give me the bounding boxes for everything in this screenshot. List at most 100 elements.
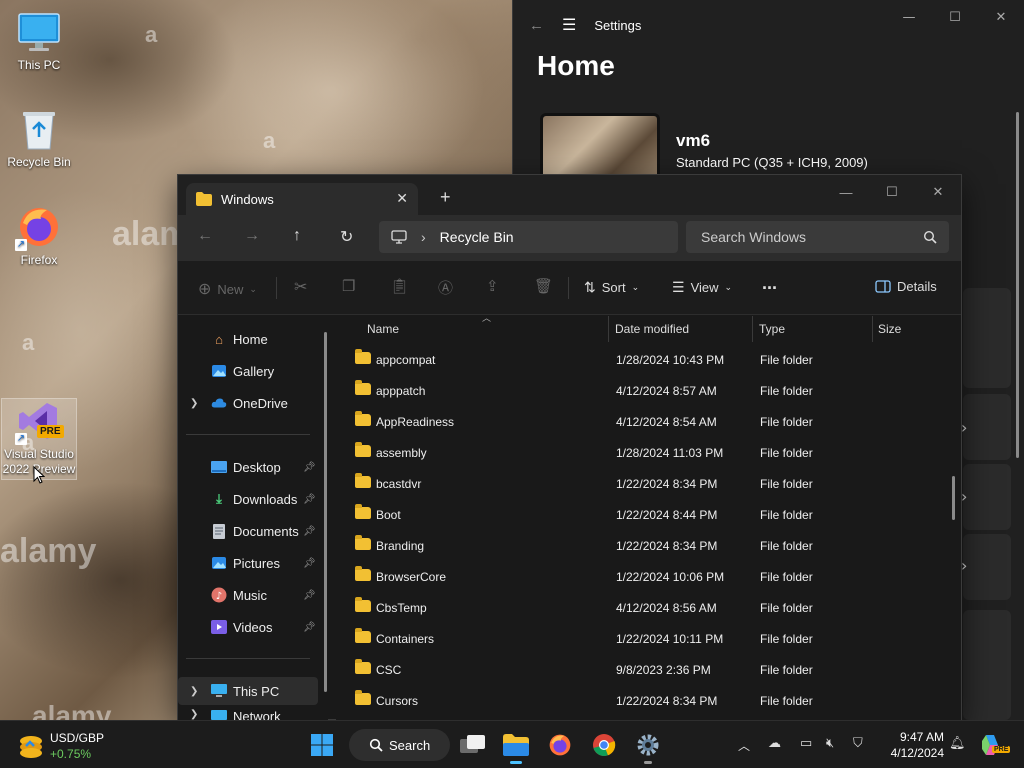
close-tab-icon[interactable]: ✕	[396, 190, 408, 207]
settings-card[interactable]	[963, 394, 1011, 460]
nav-item-music[interactable]: ♪ Music 📌︎	[178, 581, 318, 609]
nav-item-downloads[interactable]: ⤓ Downloads 📌︎	[178, 485, 318, 513]
task-view-button[interactable]	[457, 730, 489, 760]
search-input[interactable]: Search Windows	[686, 221, 949, 253]
copy-icon[interactable]: ❐	[342, 277, 355, 295]
column-divider[interactable]	[608, 316, 609, 342]
breadcrumb[interactable]: Recycle Bin	[440, 229, 514, 245]
table-row[interactable]: assembly 1/28/2024 11:03 PM File folder	[336, 438, 946, 469]
pin-icon[interactable]: 📌︎	[303, 590, 316, 601]
chevron-right-icon[interactable]: ❯	[190, 398, 198, 409]
settings-card[interactable]	[963, 288, 1011, 388]
settings-card[interactable]	[963, 610, 1011, 720]
nav-item-gallery[interactable]: Gallery	[178, 357, 318, 385]
start-button[interactable]	[306, 730, 338, 760]
table-row[interactable]: bcastdvr 1/22/2024 8:34 PM File folder	[336, 469, 946, 500]
new-tab-icon[interactable]: +	[440, 187, 451, 208]
table-row[interactable]: Boot 1/22/2024 8:44 PM File folder	[336, 500, 946, 531]
folder-icon	[355, 535, 371, 550]
table-row[interactable]: CbsTemp 4/12/2024 8:56 AM File folder	[336, 593, 946, 624]
nav-scrollbar[interactable]	[324, 332, 327, 692]
maximize-button[interactable]: ☐	[869, 175, 915, 209]
details-button[interactable]: Details	[875, 279, 937, 294]
more-options-icon[interactable]: ...	[762, 273, 777, 294]
nav-item-this-pc[interactable]: ❯ This PC	[178, 677, 318, 705]
back-arrow-icon[interactable]: ←	[529, 17, 544, 34]
pin-icon[interactable]: 📌︎	[303, 622, 316, 633]
view-button[interactable]: ☰ View ⌄	[672, 279, 732, 296]
file-list-scrollbar[interactable]	[952, 476, 955, 520]
maximize-button[interactable]: ☐	[932, 0, 978, 34]
taskbar-chrome[interactable]	[588, 730, 620, 760]
pin-icon[interactable]: 📌︎	[303, 494, 316, 505]
settings-card[interactable]	[963, 534, 1011, 600]
share-icon[interactable]: ⇪	[486, 277, 499, 295]
file-type: File folder	[760, 539, 813, 553]
nav-item-onedrive[interactable]: ❯ OneDrive	[178, 389, 318, 417]
table-row[interactable]: apppatch 4/12/2024 8:57 AM File folder	[336, 376, 946, 407]
address-bar[interactable]: › Recycle Bin	[379, 221, 678, 253]
column-header-name[interactable]: Name	[367, 316, 399, 342]
back-arrow-icon[interactable]: ←	[197, 227, 213, 245]
rename-icon[interactable]: Ⓐ	[438, 277, 453, 298]
security-shield-icon[interactable]: ⛉	[853, 735, 863, 751]
copilot-button[interactable]: PRE	[980, 733, 1011, 757]
file-explorer-icon	[503, 734, 529, 756]
minimize-button[interactable]: —	[823, 175, 869, 209]
table-row[interactable]: Cursors 1/22/2024 8:34 PM File folder	[336, 686, 946, 717]
minimize-button[interactable]: —	[886, 0, 932, 34]
hamburger-menu-icon[interactable]: ☰	[562, 15, 576, 35]
sort-button[interactable]: ⇅ Sort ⌄	[584, 279, 639, 296]
pin-icon[interactable]: 📌︎	[303, 558, 316, 569]
delete-icon[interactable]: 🗑︎	[534, 277, 553, 295]
cut-icon[interactable]: ✂	[294, 277, 307, 297]
pin-icon[interactable]: 📌︎	[303, 526, 316, 537]
desktop-icon-label: Firefox	[20, 253, 58, 267]
settings-card[interactable]	[963, 464, 1011, 530]
column-divider[interactable]	[752, 316, 753, 342]
nav-item-home[interactable]: ⌂ Home	[178, 325, 318, 353]
desktop-icon-this-pc[interactable]: This PC	[1, 10, 77, 72]
close-button[interactable]: ✕	[915, 175, 961, 209]
nav-item-pictures[interactable]: Pictures 📌︎	[178, 549, 318, 577]
new-button[interactable]: ⊕ New ⌄	[198, 279, 257, 299]
clock[interactable]: 9:47 AM 4/12/2024	[882, 729, 944, 761]
tab-windows[interactable]: Windows ✕	[186, 183, 418, 215]
paste-icon[interactable]: 📋︎	[390, 277, 409, 295]
device-icon[interactable]: ▭	[800, 735, 812, 751]
column-header-date[interactable]: Date modified	[615, 316, 689, 342]
settings-scrollbar[interactable]	[1016, 112, 1019, 458]
taskbar-firefox[interactable]	[544, 730, 576, 760]
folder-icon	[355, 597, 371, 612]
nav-item-network[interactable]: ❯ Network	[178, 707, 318, 720]
up-arrow-icon[interactable]: ↑	[293, 227, 301, 245]
column-header-size[interactable]: Size	[878, 316, 901, 342]
taskbar-settings[interactable]	[632, 730, 664, 764]
table-row[interactable]: appcompat 1/28/2024 10:43 PM File folder	[336, 345, 946, 376]
desktop-icon-recycle-bin[interactable]: Recycle Bin	[1, 107, 77, 169]
taskbar-search-button[interactable]: Search	[349, 729, 450, 761]
nav-item-desktop[interactable]: Desktop 📌︎	[178, 453, 318, 481]
chevron-right-icon[interactable]: ❯	[190, 709, 198, 720]
close-button[interactable]: ✕	[978, 0, 1024, 34]
chevron-right-icon[interactable]: ❯	[190, 686, 198, 697]
pin-icon[interactable]: 📌︎	[303, 462, 316, 473]
volume-muted-icon[interactable]: 🔇︎	[826, 735, 834, 751]
nav-item-videos[interactable]: Videos 📌︎	[178, 613, 318, 641]
desktop-icon-firefox[interactable]: ↗ Firefox	[1, 205, 77, 267]
nav-item-documents[interactable]: Documents 📌︎	[178, 517, 318, 545]
table-row[interactable]: AppReadiness 4/12/2024 8:54 AM File folder	[336, 407, 946, 438]
notification-bell-icon[interactable]: 🔔︎	[949, 735, 966, 751]
taskbar-file-explorer[interactable]	[500, 730, 532, 764]
table-row[interactable]: Branding 1/22/2024 8:34 PM File folder	[336, 531, 946, 562]
column-header-type[interactable]: Type	[759, 316, 785, 342]
chevron-up-icon[interactable]: ︿	[738, 737, 750, 754]
widgets-button[interactable]: USD/GBP +0.75%	[16, 729, 116, 763]
table-row[interactable]: BrowserCore 1/22/2024 10:06 PM File folder	[336, 562, 946, 593]
table-row[interactable]: Containers 1/22/2024 10:11 PM File folder	[336, 624, 946, 655]
refresh-icon[interactable]: ↻	[340, 227, 353, 247]
forward-arrow-icon[interactable]: →	[244, 227, 260, 245]
column-divider[interactable]	[872, 316, 873, 342]
network-disconnected-icon[interactable]: ☁︎	[768, 735, 781, 751]
table-row[interactable]: CSC 9/8/2023 2:36 PM File folder	[336, 655, 946, 686]
